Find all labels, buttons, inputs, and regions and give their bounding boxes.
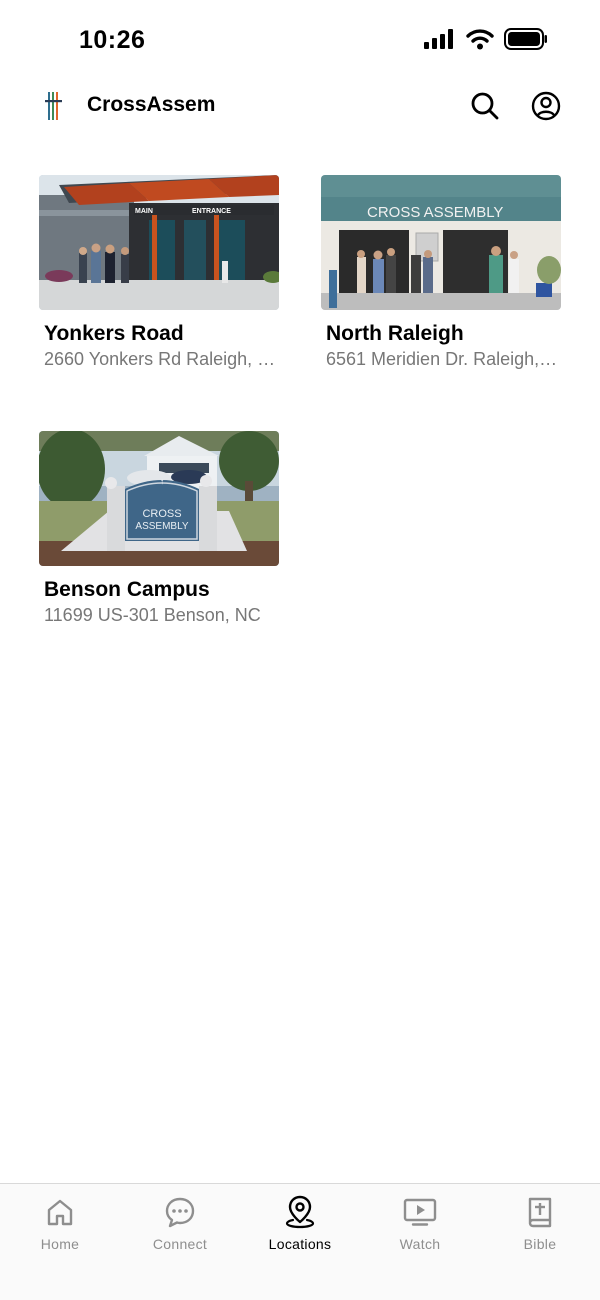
- location-card-benson-campus[interactable]: ↑ CROSS ASSEMBLY Benson Campus 11699 US-…: [39, 431, 279, 626]
- sign-cross-assembly: CROSS ASSEMBLY: [367, 204, 503, 221]
- home-icon: [47, 1199, 73, 1226]
- status-time: 10:26: [79, 26, 146, 54]
- cellular-signal-icon: [424, 29, 453, 49]
- tv-play-icon: [403, 1198, 437, 1226]
- status-bar: 10:26: [0, 0, 600, 80]
- sign-cross: CROSS: [142, 508, 181, 520]
- search-button[interactable]: [469, 90, 501, 122]
- app-title: CrossAssem: [87, 93, 216, 116]
- tab-label: Connect: [152, 1236, 208, 1252]
- location-address: 6561 Meridien Dr. Raleigh, NC: [326, 349, 558, 369]
- location-photo: CROSS ASSEMBLY: [321, 175, 561, 310]
- tab-home[interactable]: Home: [0, 1184, 120, 1300]
- sign-entrance: ENTRANCE: [192, 208, 231, 215]
- cross-logo-icon: [45, 92, 62, 120]
- tab-connect[interactable]: Connect: [120, 1184, 240, 1300]
- tab-locations[interactable]: Locations: [240, 1184, 360, 1300]
- location-photo: ↑ CROSS ASSEMBLY: [39, 431, 279, 566]
- location-name: Benson Campus: [44, 578, 210, 601]
- sign-main: MAIN: [135, 208, 153, 215]
- battery-icon: [504, 28, 547, 50]
- user-profile-icon: [531, 91, 561, 121]
- map-pin-icon: [285, 1195, 315, 1229]
- search-icon: [471, 92, 499, 120]
- chat-bubble-icon: [165, 1197, 195, 1228]
- location-photo: MAIN ENTRANCE: [39, 175, 279, 310]
- wifi-icon: [466, 29, 494, 50]
- tab-bible[interactable]: Bible: [480, 1184, 600, 1300]
- status-icons: [424, 28, 548, 50]
- tab-watch[interactable]: Watch: [360, 1184, 480, 1300]
- location-address: 11699 US-301 Benson, NC: [44, 605, 261, 625]
- bible-icon: [528, 1197, 552, 1228]
- tab-label: Watch: [399, 1236, 441, 1252]
- location-name: Yonkers Road: [44, 322, 184, 345]
- app-header: CrossAssem: [0, 80, 600, 132]
- location-card-yonkers-road[interactable]: MAIN ENTRANCE Yonkers Road 2660 Yonkers …: [39, 175, 279, 370]
- profile-button[interactable]: [530, 90, 562, 122]
- location-card-north-raleigh[interactable]: CROSS ASSEMBLY North Raleigh 6561 Meridi…: [321, 175, 561, 370]
- bottom-tab-bar: Home Connect Locations Watch Bible: [0, 1183, 600, 1300]
- sign-assembly: ASSEMBLY: [135, 521, 188, 532]
- location-name: North Raleigh: [326, 322, 464, 345]
- tab-label: Locations: [268, 1236, 332, 1252]
- tab-label: Home: [40, 1236, 80, 1252]
- tab-label: Bible: [523, 1236, 557, 1252]
- svg-text:↑: ↑: [160, 477, 164, 486]
- location-address: 2660 Yonkers Rd Raleigh, NC: [44, 349, 276, 369]
